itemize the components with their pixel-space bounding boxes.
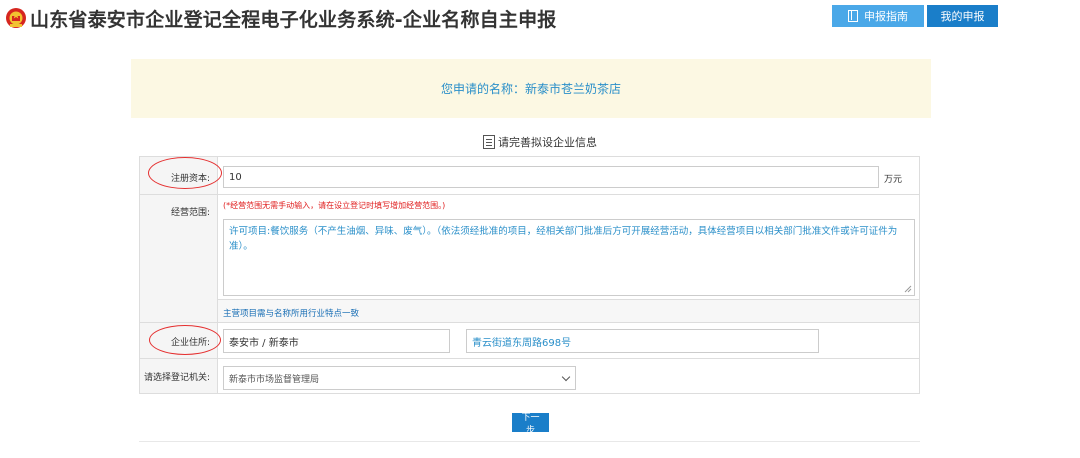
capital-unit: 万元 [884, 175, 903, 185]
authority-row: 请选择登记机关: 新泰市市场监督管理局 [140, 359, 919, 393]
scope-value: 许可项目:餐饮服务（不产生油烟、异味、废气）。（依法须经批准的项目，经相关部门批… [229, 226, 898, 252]
scope-note: 主营项目需与名称所用行业特点一致 [223, 309, 360, 319]
street-value: 青云街道东周路698号 [472, 337, 572, 349]
applied-name-banner: 您申请的名称：新泰市苍兰奶茶店 [131, 59, 931, 118]
header: 山东省泰安市企业登记全程电子化业务系统-企业名称自主申报 申报指南 我的申报 [0, 0, 1080, 40]
national-emblem-icon [6, 8, 26, 28]
authority-selected: 新泰市市场监督管理局 [229, 374, 320, 385]
chevron-down-icon [561, 372, 571, 382]
region-picker[interactable]: 泰安市 / 新泰市 [223, 329, 450, 353]
my-applications-button[interactable]: 我的申报 [927, 5, 998, 27]
applied-name-text: 您申请的名称：新泰市苍兰奶茶店 [440, 82, 621, 96]
section-title: 请完善拟设企业信息 [0, 134, 1080, 150]
guide-button[interactable]: 申报指南 [832, 5, 924, 27]
capital-value: 10 [229, 171, 242, 183]
next-button[interactable]: 下一步 [512, 412, 549, 435]
authority-select[interactable]: 新泰市市场监督管理局 [223, 366, 576, 390]
scope-label-cell: 经营范围: [140, 195, 218, 322]
capital-row: 注册资本: 10 万元 [140, 157, 919, 195]
scope-label: 经营范围: [170, 208, 210, 218]
enterprise-info-form: 注册资本: 10 万元 经营范围: (*经营范围无需手动输入，请在设立登记时填写… [139, 156, 920, 394]
address-label: 企业住所: [170, 338, 210, 348]
capital-label-cell: 注册资本: [140, 157, 218, 194]
scope-note-row: 主营项目需与名称所用行业特点一致 [218, 299, 919, 323]
form-icon [483, 135, 495, 149]
scope-hint: (*经营范围无需手动输入，请在设立登记时填写增加经营范围。) [223, 201, 446, 210]
app-title: 山东省泰安市企业登记全程电子化业务系统-企业名称自主申报 [30, 9, 557, 31]
next-button-label: 下一步 [521, 411, 540, 435]
scope-textarea[interactable]: 许可项目:餐饮服务（不产生油烟、异味、废气）。（依法须经批准的项目，经相关部门批… [223, 219, 915, 296]
address-row: 企业住所: 泰安市 / 新泰市 青云街道东周路698号 [140, 323, 919, 359]
region-value: 泰安市 / 新泰市 [229, 337, 299, 349]
address-label-cell: 企业住所: [140, 323, 218, 358]
resize-grip-icon[interactable] [904, 285, 912, 293]
section-title-text: 请完善拟设企业信息 [498, 136, 597, 149]
capital-input[interactable]: 10 [223, 166, 879, 188]
guide-button-label: 申报指南 [864, 11, 908, 23]
book-icon [848, 10, 858, 22]
bottom-divider [139, 441, 920, 442]
authority-label-cell: 请选择登记机关: [140, 359, 218, 393]
street-input[interactable]: 青云街道东周路698号 [466, 329, 819, 353]
my-applications-label: 我的申报 [940, 11, 985, 23]
capital-label: 注册资本: [170, 174, 210, 184]
authority-label: 请选择登记机关: [143, 373, 210, 383]
